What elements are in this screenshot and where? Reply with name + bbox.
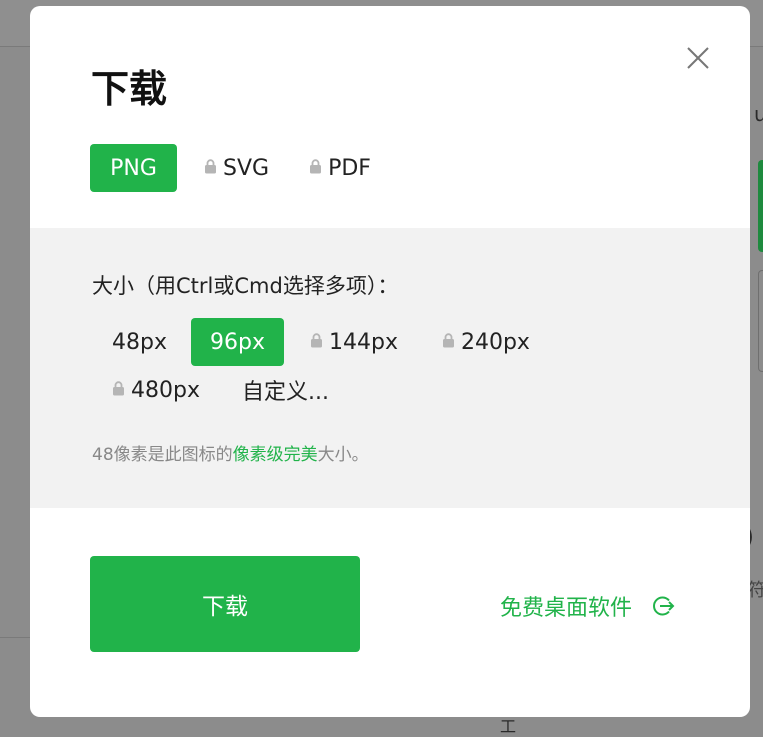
background-text: u xyxy=(754,102,763,126)
format-tab-label: PDF xyxy=(328,155,371,181)
size-hint: 48像素是此图标的像素级完美大小。 xyxy=(92,440,369,465)
size-option-label: 240px xyxy=(460,329,530,355)
background-divider xyxy=(0,637,30,638)
dialog-title: 下载 xyxy=(91,67,168,111)
size-option-label: 48px xyxy=(112,329,167,355)
pixel-perfect-link[interactable]: 像素级完美 xyxy=(233,445,318,465)
lock-icon xyxy=(310,332,322,347)
format-tab-label: PNG xyxy=(110,155,157,181)
download-button[interactable]: 下载 xyxy=(90,556,360,652)
size-option-label: 自定义... xyxy=(241,380,329,405)
background-text: 符 xyxy=(748,580,763,601)
size-option-144[interactable]: 144px xyxy=(290,318,418,366)
desktop-app-link[interactable]: 免费桌面软件 xyxy=(500,590,676,622)
size-panel: 大小（用Ctrl或Cmd选择多项）： 48px 96px 144px 240px… xyxy=(30,228,750,508)
size-label: 大小（用Ctrl或Cmd选择多项）： xyxy=(92,274,399,298)
close-icon xyxy=(687,47,709,69)
format-tab-pdf[interactable]: PDF xyxy=(295,144,385,192)
close-button[interactable] xyxy=(686,46,710,70)
size-option-custom[interactable]: 自定义... xyxy=(222,366,349,414)
format-tab-png[interactable]: PNG xyxy=(90,144,177,192)
format-tabs: PNG SVG PDF xyxy=(90,144,385,192)
size-option-label: 96px xyxy=(209,329,265,355)
download-dialog: 下载 PNG SVG PDF 大小（用Ctrl或Cmd选择多项）： 48px 9… xyxy=(30,6,750,717)
size-option-label: 480px xyxy=(131,377,200,403)
size-options-row: 48px 96px 144px 240px xyxy=(92,318,550,366)
hint-text: 大小。 xyxy=(317,445,369,465)
size-option-480[interactable]: 480px xyxy=(92,366,220,414)
size-option-96[interactable]: 96px xyxy=(190,318,284,366)
size-option-240[interactable]: 240px xyxy=(422,318,550,366)
size-option-48[interactable]: 48px xyxy=(92,318,187,366)
hint-text: 48像素是此图标的 xyxy=(92,445,233,465)
lock-icon xyxy=(205,158,216,173)
desktop-app-link-label: 免费桌面软件 xyxy=(500,596,633,621)
lock-icon xyxy=(442,332,454,347)
lock-icon xyxy=(310,158,322,173)
background-button xyxy=(758,160,763,252)
size-options-row: 480px 自定义... xyxy=(92,366,349,414)
background-panel xyxy=(758,270,763,372)
format-tab-label: SVG xyxy=(223,155,270,181)
format-tab-svg[interactable]: SVG xyxy=(190,144,283,192)
size-option-label: 144px xyxy=(328,329,398,355)
lock-icon xyxy=(113,380,124,395)
exit-icon xyxy=(653,596,675,616)
